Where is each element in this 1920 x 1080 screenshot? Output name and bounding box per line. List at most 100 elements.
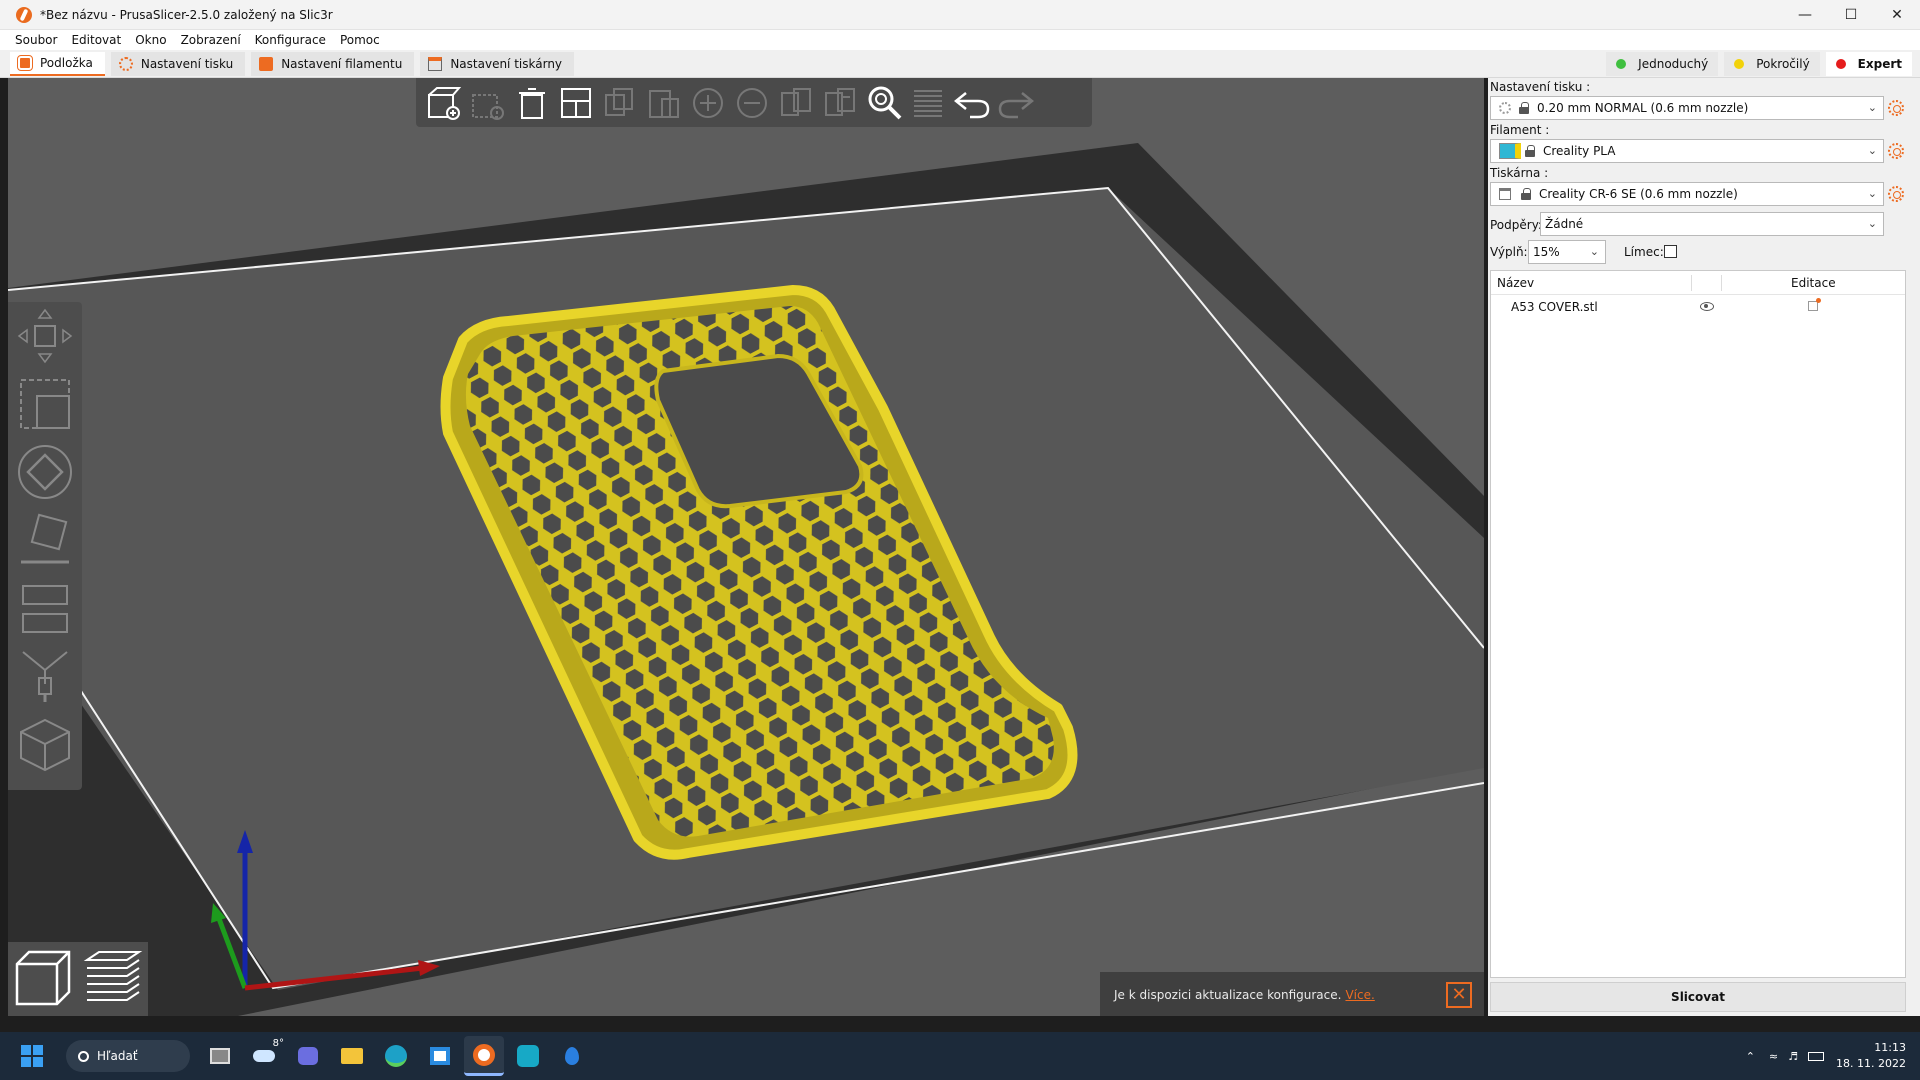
settings-sidebar: Nastavení tisku : 0.20 mm NORMAL (0.6 mm… — [1488, 78, 1920, 1016]
taskbar-search[interactable]: Hľadať — [66, 1040, 190, 1072]
eye-icon[interactable] — [1700, 302, 1714, 311]
list-item[interactable]: A53 COVER.stl — [1491, 295, 1905, 319]
cut-tool-button[interactable] — [8, 574, 82, 642]
menu-file[interactable]: Soubor — [8, 30, 64, 50]
supports-combo[interactable]: Žádné ⌄ — [1540, 212, 1884, 236]
arrange-button[interactable] — [554, 81, 598, 125]
object-list-header: Název Editace — [1491, 271, 1905, 295]
menu-window[interactable]: Okno — [128, 30, 173, 50]
lock-icon — [1521, 188, 1531, 200]
gear-icon[interactable] — [1888, 100, 1904, 116]
menu-view[interactable]: Zobrazení — [174, 30, 248, 50]
cura-button[interactable] — [508, 1036, 548, 1076]
variable-layer-button[interactable] — [8, 710, 82, 778]
delete-object-button[interactable] — [466, 81, 510, 125]
tab-filament-settings[interactable]: Nastavení filamentu — [251, 51, 415, 76]
delete-all-button[interactable] — [510, 81, 554, 125]
chevron-up-icon[interactable]: ⌃ — [1746, 1050, 1755, 1063]
mode-advanced-button[interactable]: Pokročilý — [1724, 51, 1820, 76]
print-settings-value: 0.20 mm NORMAL (0.6 mm nozzle) — [1537, 101, 1749, 115]
slice-button[interactable]: Slicovat — [1490, 982, 1906, 1012]
undo-button[interactable] — [950, 81, 994, 125]
column-header-name[interactable]: Název — [1497, 276, 1534, 290]
edge-button[interactable] — [376, 1036, 416, 1076]
gear-icon[interactable] — [1888, 143, 1904, 159]
mode-label: Pokročilý — [1756, 56, 1810, 71]
printer-combo[interactable]: Creality CR-6 SE (0.6 mm nozzle) ⌄ — [1490, 182, 1884, 206]
update-notification: Je k dispozici aktualizace konfigurace. … — [1100, 972, 1484, 1016]
spool-icon — [259, 56, 274, 71]
gear-icon[interactable] — [1888, 186, 1904, 202]
redo-button[interactable] — [994, 81, 1038, 125]
3d-viewport[interactable]: Je k dispozici aktualizace konfigurace. … — [8, 78, 1484, 1016]
split-objects-icon — [781, 87, 811, 116]
layers-editing-button[interactable] — [906, 81, 950, 125]
tab-plater[interactable]: Podložka — [10, 51, 105, 76]
3d-view-button[interactable] — [13, 948, 73, 1011]
close-window-button[interactable]: ✕ — [1874, 0, 1920, 30]
search-icon — [868, 86, 902, 119]
chevron-down-icon: ⌄ — [1867, 187, 1877, 200]
print-settings-combo[interactable]: 0.20 mm NORMAL (0.6 mm nozzle) ⌄ — [1490, 96, 1884, 120]
chevron-down-icon: ⌄ — [1867, 101, 1877, 114]
preview-button[interactable] — [83, 948, 143, 1011]
menu-help[interactable]: Pomoc — [333, 30, 387, 50]
filament-combo[interactable]: Creality PLA ⌄ — [1490, 139, 1884, 163]
cut-icon — [22, 585, 68, 633]
split-parts-button[interactable] — [818, 81, 862, 125]
clock[interactable]: 11:13 18. 11. 2022 — [1836, 1040, 1906, 1072]
split-objects-button[interactable] — [774, 81, 818, 125]
mode-expert-button[interactable]: Expert — [1825, 51, 1912, 76]
printer-icon — [428, 56, 443, 71]
column-header-edit[interactable]: Editace — [1791, 276, 1836, 290]
search-button[interactable] — [862, 81, 906, 125]
place-on-face-button[interactable] — [8, 506, 82, 574]
maximize-button[interactable]: ☐ — [1828, 0, 1874, 30]
file-explorer-button[interactable] — [332, 1036, 372, 1076]
notification-more-link[interactable]: Více. — [1345, 988, 1374, 1002]
wifi-icon[interactable]: ≈ — [1769, 1050, 1778, 1063]
edit-settings-icon[interactable] — [1808, 298, 1821, 311]
clock-time: 11:13 — [1874, 1041, 1906, 1054]
object-list: Název Editace A53 COVER.stl — [1490, 270, 1906, 978]
copy-button[interactable] — [598, 81, 642, 125]
droplet-app-button[interactable] — [552, 1036, 592, 1076]
paste-button[interactable] — [642, 81, 686, 125]
move-tool-button[interactable] — [8, 302, 82, 370]
minus-circle-icon — [737, 87, 767, 118]
redo-arrow-icon — [998, 91, 1035, 118]
tab-print-settings[interactable]: Nastavení tisku — [110, 51, 246, 76]
notification-close-button[interactable]: ✕ — [1446, 982, 1472, 1008]
paint-supports-button[interactable] — [8, 642, 82, 710]
rotate-tool-button[interactable] — [8, 438, 82, 506]
brim-checkbox[interactable] — [1664, 245, 1677, 258]
menu-bar: Soubor Editovat Okno Zobrazení Konfigura… — [0, 30, 1920, 50]
remove-instance-button[interactable] — [730, 81, 774, 125]
prusaslicer-icon — [473, 1043, 495, 1066]
add-object-button[interactable] — [422, 81, 466, 125]
minimize-button[interactable]: — — [1782, 0, 1828, 30]
plater-icon — [17, 54, 33, 71]
tab-printer-settings[interactable]: Nastavení tiskárny — [420, 51, 575, 76]
mode-simple-button[interactable]: Jednoduchý — [1606, 51, 1719, 76]
start-button[interactable] — [12, 1036, 52, 1076]
scale-tool-button[interactable] — [8, 370, 82, 438]
undo-arrow-icon — [953, 91, 990, 118]
cog-icon — [1499, 102, 1511, 114]
cube-icon — [20, 718, 70, 772]
battery-icon[interactable] — [1808, 1051, 1825, 1061]
infill-combo[interactable]: 15% ⌄ — [1528, 240, 1606, 264]
green-dot-icon — [1616, 58, 1627, 69]
lock-icon — [1525, 145, 1535, 157]
store-button[interactable] — [420, 1036, 460, 1076]
task-view-button[interactable] — [200, 1036, 240, 1076]
main-toolbar — [416, 78, 1092, 127]
menu-edit[interactable]: Editovat — [64, 30, 128, 50]
add-instance-button[interactable] — [686, 81, 730, 125]
folder-icon — [341, 1048, 363, 1064]
weather-widget[interactable]: 8° — [244, 1036, 284, 1076]
teams-button[interactable] — [288, 1036, 328, 1076]
menu-configuration[interactable]: Konfigurace — [248, 30, 333, 50]
volume-icon[interactable]: ♬ — [1788, 1050, 1798, 1063]
prusaslicer-taskbar-button[interactable] — [464, 1036, 504, 1076]
